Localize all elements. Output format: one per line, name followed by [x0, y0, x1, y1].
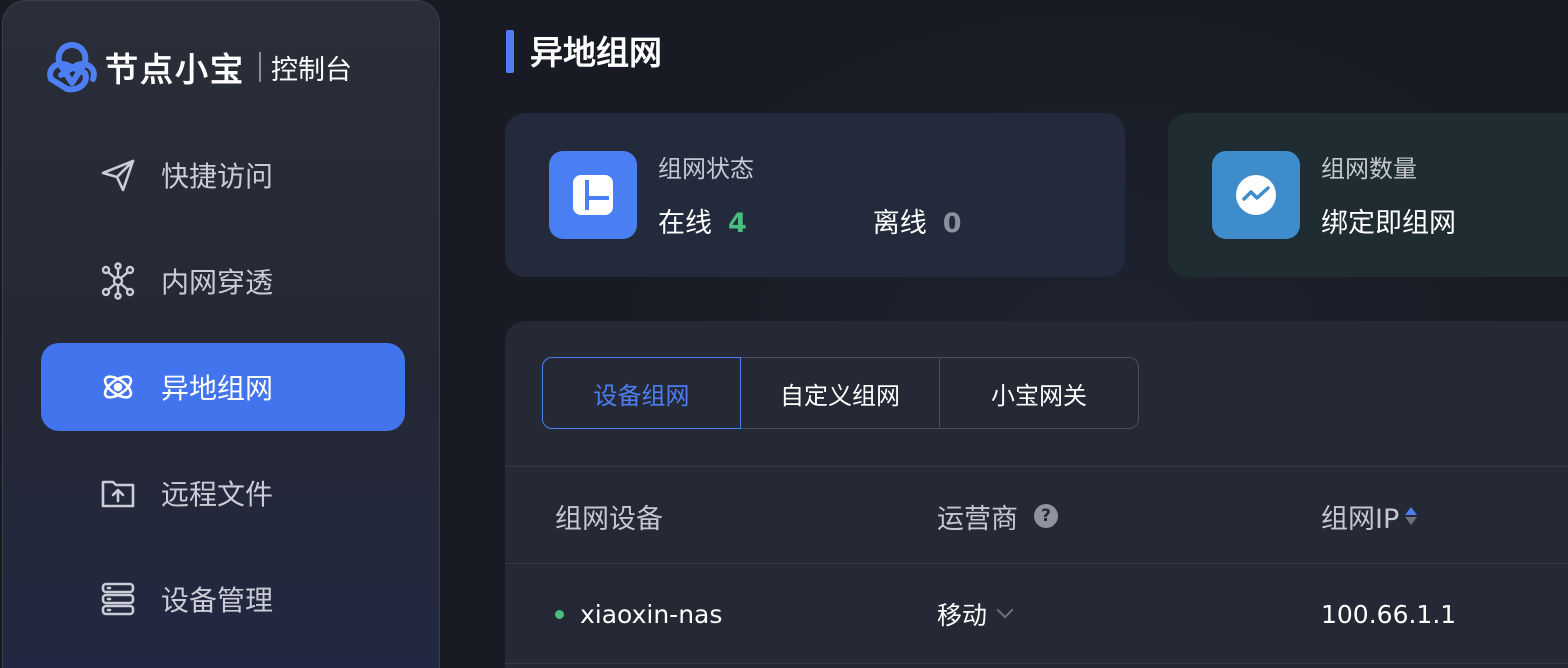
sidebar: 节点小宝 控制台 快捷访问 内网穿透 异地组网 远程文件 设备管理 [2, 0, 440, 668]
online-count: 4 [728, 208, 747, 239]
sidebar-item-intranet-penetration[interactable]: 内网穿透 [41, 237, 405, 325]
sort-icon[interactable] [1405, 507, 1418, 525]
paper-plane-icon [97, 154, 139, 196]
sort-descending-icon [1405, 517, 1418, 525]
network-count-card: 组网数量 绑定即组网 [1168, 113, 1568, 277]
column-header-ip[interactable]: 组网IP [1321, 467, 1418, 565]
sort-ascending-icon [1405, 507, 1418, 515]
count-card-label: 组网数量 [1321, 155, 1417, 183]
brand-divider [259, 52, 261, 82]
tab-gateway[interactable]: 小宝网关 [940, 357, 1139, 429]
network-nodes-icon [97, 260, 139, 302]
sidebar-item-remote-networking[interactable]: 异地组网 [41, 343, 405, 431]
offline-label: 离线 [872, 208, 927, 239]
tab-device-network[interactable]: 设备组网 [542, 357, 741, 429]
online-status-dot [555, 609, 564, 619]
sidebar-item-label: 异地组网 [161, 372, 274, 405]
ip-value: 100.66.1.1 [1321, 599, 1457, 629]
sidebar-item-label: 内网穿透 [161, 266, 274, 299]
tab-custom-network[interactable]: 自定义组网 [741, 357, 940, 429]
sidebar-item-label: 远程文件 [161, 478, 274, 511]
column-header-label: 组网IP [1321, 503, 1400, 535]
table-row[interactable]: xiaoxin-nas 移动 100.66.1.1 [505, 564, 1568, 664]
isp-value: 移动 [937, 601, 988, 630]
status-values: 在线 4 离线 0 [658, 201, 962, 240]
brand-name: 节点小宝 [105, 50, 245, 89]
sidebar-item-device-management[interactable]: 设备管理 [41, 555, 405, 643]
atom-orbit-icon [97, 366, 139, 408]
dashboard-layout-icon [549, 151, 637, 239]
tab-group: 设备组网 自定义组网 小宝网关 [542, 357, 1139, 429]
table-header: 组网设备 运营商 ? 组网IP [505, 466, 1568, 564]
online-label: 在线 [658, 208, 712, 239]
device-cell: xiaoxin-nas [555, 564, 722, 664]
app-root: 节点小宝 控制台 快捷访问 内网穿透 异地组网 远程文件 设备管理 异地组网 组… [0, 0, 1568, 668]
sidebar-item-remote-files[interactable]: 远程文件 [41, 449, 405, 537]
isp-select[interactable]: 移动 [937, 564, 1014, 664]
network-status-card: 组网状态 在线 4 离线 0 [505, 113, 1125, 277]
brand[interactable]: 节点小宝 控制台 [43, 39, 352, 95]
sidebar-nav: 快捷访问 内网穿透 异地组网 远程文件 设备管理 [41, 131, 405, 661]
column-header-label: 组网设备 [555, 503, 663, 535]
sidebar-item-label: 设备管理 [161, 584, 274, 617]
column-header-device: 组网设备 [555, 467, 663, 565]
ip-cell: 100.66.1.1 [1321, 564, 1456, 664]
device-name: xiaoxin-nas [580, 599, 723, 629]
chevron-down-icon [996, 601, 1014, 619]
trefoil-logo-icon [47, 42, 97, 93]
question-circle-icon[interactable]: ? [1034, 504, 1058, 528]
offline-count: 0 [942, 208, 962, 239]
brand-subtitle: 控制台 [271, 54, 352, 86]
page-title-accent [506, 30, 514, 73]
network-panel: 设备组网 自定义组网 小宝网关 组网设备 运营商 ? 组网IP xiaoxin-… [505, 321, 1568, 668]
status-card-label: 组网状态 [658, 155, 754, 183]
page-title: 异地组网 [530, 33, 662, 72]
count-card-value: 绑定即组网 [1321, 208, 1456, 239]
sidebar-item-label: 快捷访问 [161, 160, 274, 193]
trend-line-icon [1212, 151, 1300, 239]
server-stack-icon [97, 578, 139, 620]
sidebar-item-quick-access[interactable]: 快捷访问 [41, 131, 405, 219]
folder-upload-icon [97, 472, 139, 514]
column-header-isp: 运营商 ? [937, 467, 1058, 565]
column-header-label: 运营商 [937, 503, 1018, 535]
